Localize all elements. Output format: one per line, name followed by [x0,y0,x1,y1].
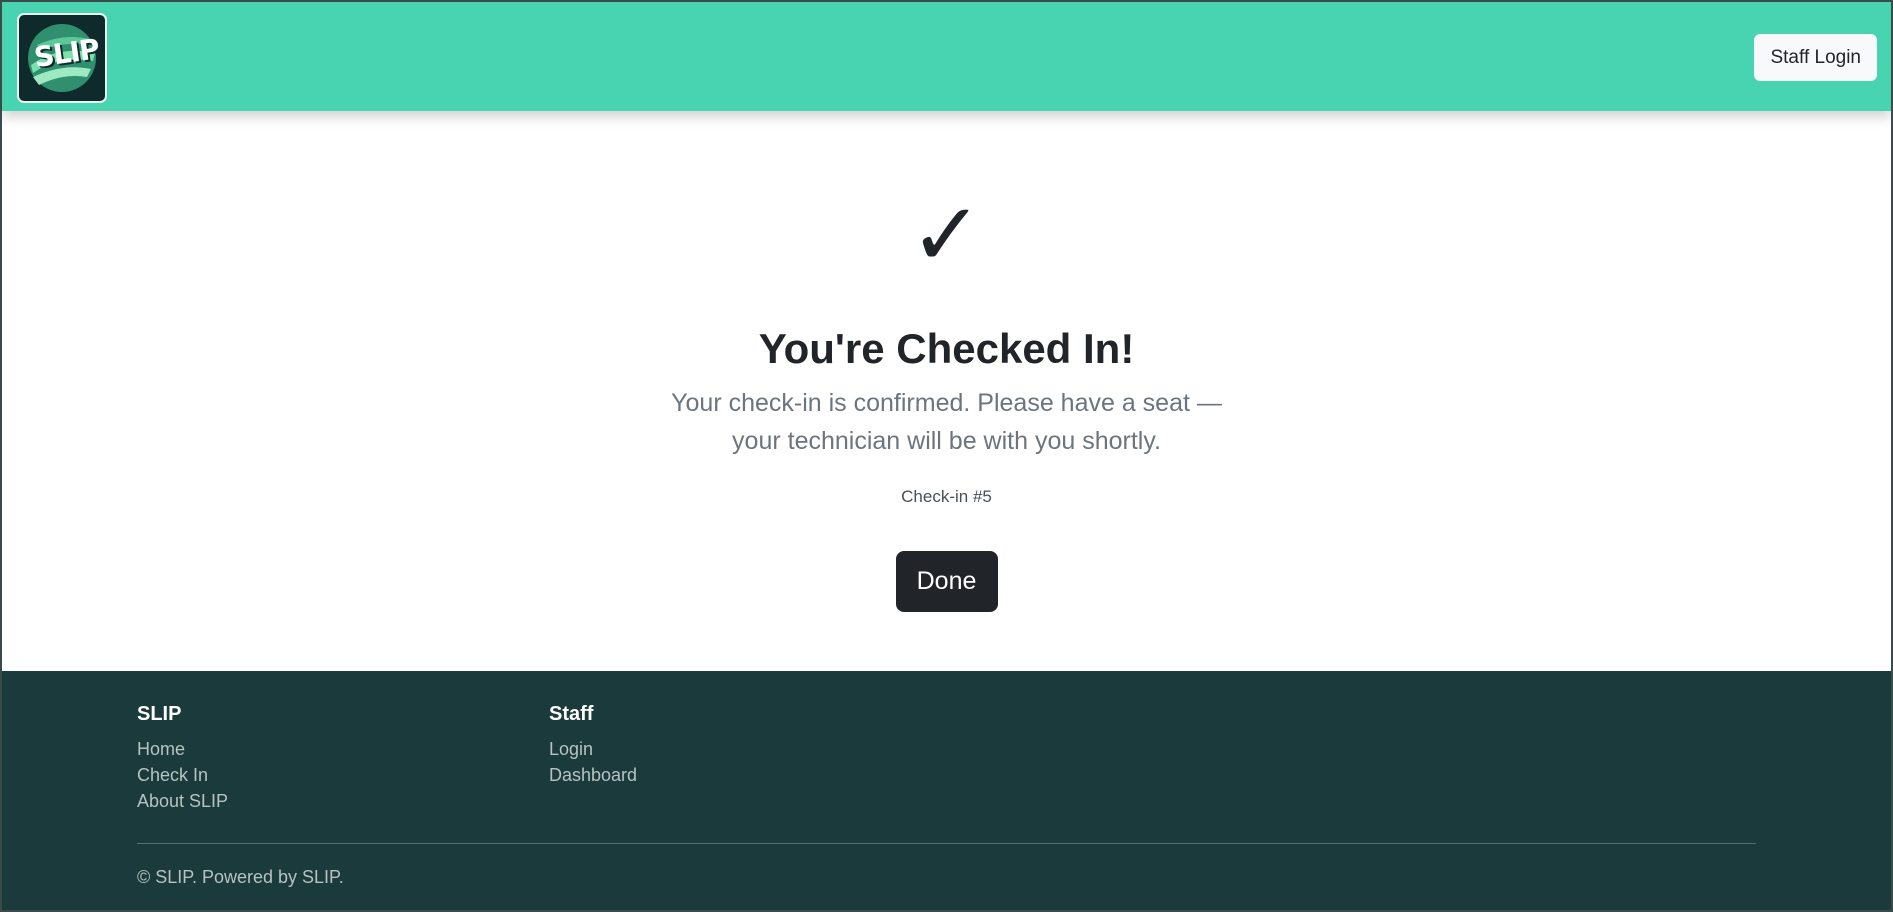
page-title: You're Checked In! [758,325,1135,372]
footer: SLIP Home Check In About SLIP Staff Logi… [2,671,1891,910]
footer-column-staff: Staff Login Dashboard [549,703,637,788]
footer-link-home[interactable]: Home [137,736,228,762]
footer-link-check-in[interactable]: Check In [137,762,228,788]
footer-heading: SLIP [137,703,182,725]
check-mark-icon: ✓ [909,183,984,286]
app-window: SLIP Staff Login ✓ You're Checked In! Yo… [0,0,1893,912]
navbar: SLIP Staff Login [2,2,1891,111]
staff-login-button[interactable]: Staff Login [1754,34,1877,81]
slip-logo[interactable]: SLIP [17,13,107,103]
footer-divider [137,843,1756,844]
copyright-text: © SLIP. Powered by SLIP. [137,867,344,887]
done-button[interactable]: Done [895,551,998,612]
footer-link-login[interactable]: Login [549,736,637,762]
footer-link-about[interactable]: About SLIP [137,788,228,814]
checkin-number: Check-in #5 [901,487,992,506]
footer-link-dashboard[interactable]: Dashboard [549,762,637,788]
confirmation-panel: ✓ You're Checked In! Your check-in is co… [2,111,1891,671]
footer-column-slip: SLIP Home Check In About SLIP [137,703,228,814]
footer-heading: Staff [549,703,594,725]
confirmation-message: Your check-in is confirmed. Please have … [671,389,1222,455]
